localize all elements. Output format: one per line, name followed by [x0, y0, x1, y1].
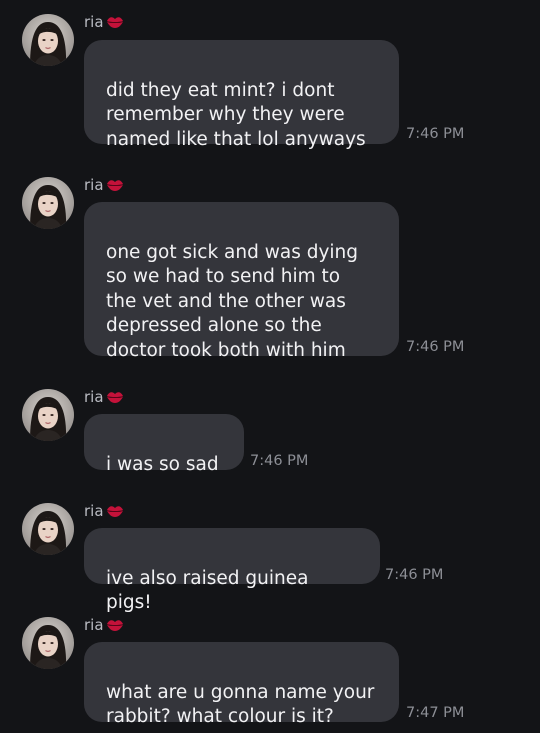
sender-label: ria: [84, 388, 104, 406]
avatar[interactable]: [22, 14, 74, 66]
message-timestamp: 7:46 PM: [250, 453, 309, 469]
sender-name[interactable]: ria: [84, 388, 124, 406]
sender-name[interactable]: ria: [84, 502, 124, 520]
avatar[interactable]: [22, 503, 74, 555]
sender-label: ria: [84, 502, 104, 520]
message-text: i was so sad: [106, 453, 219, 475]
lips-icon: [106, 390, 124, 404]
avatar[interactable]: [22, 177, 74, 229]
message-timestamp: 7:47 PM: [406, 705, 465, 721]
lips-icon: [106, 15, 124, 29]
message-bubble[interactable]: i was so sad: [84, 414, 244, 475]
message-bubble[interactable]: what are u gonna name your rabbit? what …: [84, 642, 399, 727]
avatar[interactable]: [22, 617, 74, 669]
message-text: one got sick and was dying so we had to …: [106, 241, 359, 361]
sender-name[interactable]: ria: [84, 176, 124, 194]
message-text: what are u gonna name your rabbit? what …: [106, 681, 375, 728]
message-bubble[interactable]: did they eat mint? i dont remember why t…: [84, 40, 399, 150]
sender-label: ria: [84, 616, 104, 634]
message-timestamp: 7:46 PM: [406, 126, 465, 142]
sender-name[interactable]: ria: [84, 13, 124, 31]
lips-icon: [106, 618, 124, 632]
message-bubble[interactable]: ive also raised guinea pigs!: [84, 528, 380, 613]
message-timestamp: 7:46 PM: [406, 339, 465, 355]
sender-name[interactable]: ria: [84, 616, 124, 634]
message-timestamp: 7:46 PM: [385, 567, 444, 583]
message-text: did they eat mint? i dont remember why t…: [106, 79, 366, 150]
message-bubble[interactable]: one got sick and was dying so we had to …: [84, 202, 399, 361]
chat-thread: ria did they eat mint? i dont remember w…: [0, 0, 540, 733]
message-text: ive also raised guinea pigs!: [106, 567, 309, 614]
lips-icon: [106, 504, 124, 518]
avatar[interactable]: [22, 389, 74, 441]
sender-label: ria: [84, 13, 104, 31]
sender-label: ria: [84, 176, 104, 194]
lips-icon: [106, 178, 124, 192]
